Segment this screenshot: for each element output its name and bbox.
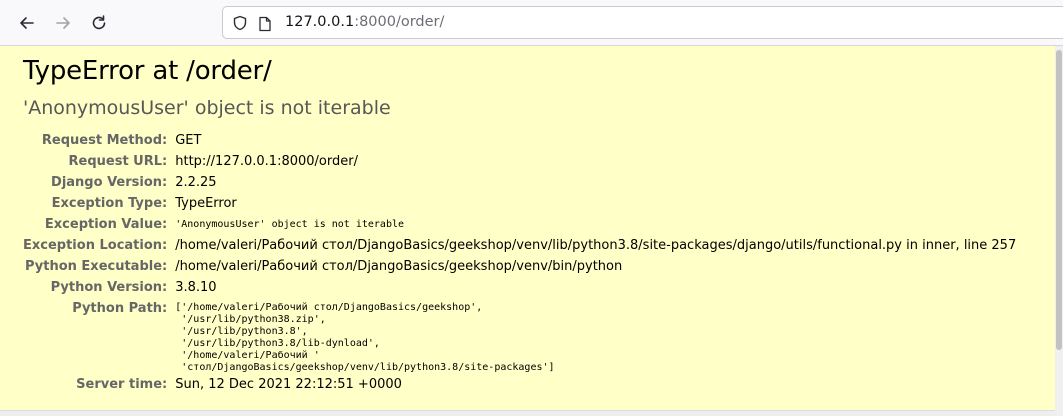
url-bar[interactable]: 127.0.0.1:8000/order/ xyxy=(222,6,1063,39)
python-path-value: ['/home/valeri/Рабочий стол/DjangoBasics… xyxy=(175,302,555,373)
python-version-label: Python Version: xyxy=(50,280,168,295)
url-path: :8000/order/ xyxy=(354,14,445,30)
request-meta-table: Request Method: GET Request URL: http://… xyxy=(23,130,1016,395)
back-button[interactable] xyxy=(13,9,41,37)
traceback-section-edge xyxy=(0,411,1055,416)
request-method-label: Request Method: xyxy=(41,133,168,148)
python-version-value: 3.8.10 xyxy=(175,280,217,295)
exception-type-value: TypeError xyxy=(175,196,237,211)
request-url-label: Request URL: xyxy=(68,154,168,169)
reload-icon xyxy=(92,15,106,30)
forward-button[interactable] xyxy=(49,9,77,37)
server-time-label: Server time: xyxy=(76,377,168,392)
exception-location-value: /home/valeri/Рабочий стол/DjangoBasics/g… xyxy=(175,238,1017,253)
server-time-value: Sun, 12 Dec 2021 22:12:51 +0000 xyxy=(175,377,402,392)
error-title: TypeError at /order/ xyxy=(23,56,272,86)
table-row: Python Version: 3.8.10 xyxy=(23,277,1016,298)
exception-value-value: 'AnonymousUser' object is not iterable xyxy=(175,219,405,230)
table-row: Exception Type: TypeError xyxy=(23,193,1016,214)
page-scrollbar[interactable] xyxy=(1055,46,1063,416)
request-url-value: http://127.0.0.1:8000/order/ xyxy=(175,154,358,169)
table-row: Python Executable: /home/valeri/Рабочий … xyxy=(23,256,1016,277)
scrollbar-thumb[interactable] xyxy=(1056,50,1062,350)
exception-value-label: Exception Value: xyxy=(44,217,168,232)
python-path-label: Python Path: xyxy=(72,301,168,316)
table-row: Server time: Sun, 12 Dec 2021 22:12:51 +… xyxy=(23,374,1016,395)
shield-icon[interactable] xyxy=(232,15,248,31)
exception-type-label: Exception Type: xyxy=(51,196,168,211)
browser-toolbar: 127.0.0.1:8000/order/ xyxy=(0,0,1063,46)
url-host: 127.0.0.1 xyxy=(285,14,355,30)
table-row: Python Path: ['/home/valeri/Рабочий стол… xyxy=(23,298,1016,374)
table-row: Exception Value: 'AnonymousUser' object … xyxy=(23,214,1016,235)
arrow-right-icon xyxy=(56,17,70,29)
error-message: 'AnonymousUser' object is not iterable xyxy=(23,97,391,119)
exception-location-label: Exception Location: xyxy=(23,238,168,253)
url-text[interactable]: 127.0.0.1:8000/order/ xyxy=(285,14,444,30)
page-icon[interactable] xyxy=(258,16,272,32)
table-row: Exception Location: /home/valeri/Рабочий… xyxy=(23,235,1016,256)
django-version-label: Django Version: xyxy=(51,175,168,190)
request-method-value: GET xyxy=(175,133,202,148)
python-executable-label: Python Executable: xyxy=(25,259,168,274)
python-path-cell: ['/home/valeri/Рабочий стол/DjangoBasics… xyxy=(175,298,1016,374)
table-row: Django Version: 2.2.25 xyxy=(23,172,1016,193)
reload-button[interactable] xyxy=(85,9,113,37)
table-row: Request URL: http://127.0.0.1:8000/order… xyxy=(23,151,1016,172)
python-executable-value: /home/valeri/Рабочий стол/DjangoBasics/g… xyxy=(175,259,623,274)
table-row: Request Method: GET xyxy=(23,130,1016,151)
arrow-left-icon xyxy=(20,17,34,29)
django-version-value: 2.2.25 xyxy=(175,175,217,190)
